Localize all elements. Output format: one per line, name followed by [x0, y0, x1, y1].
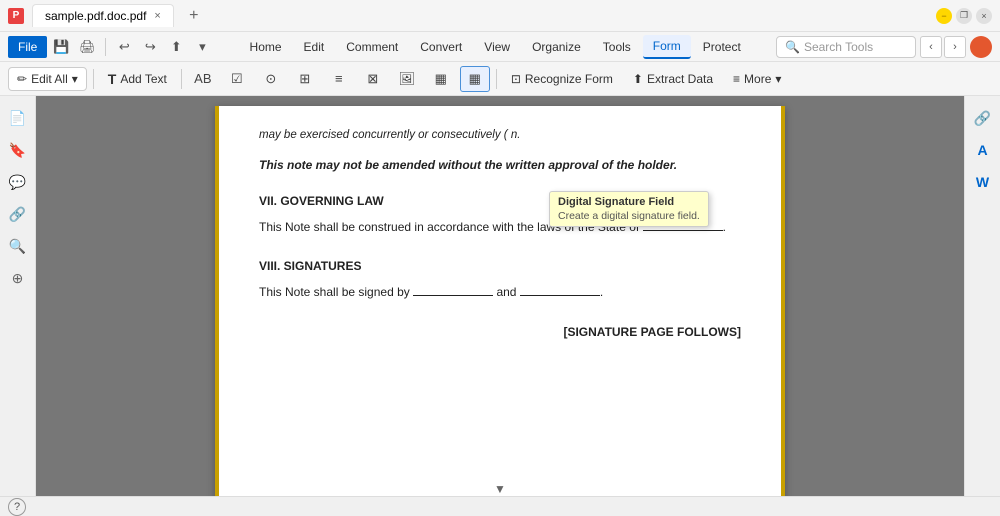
menu-home[interactable]: Home	[240, 36, 292, 58]
menu-protect[interactable]: Protect	[693, 36, 751, 58]
tooltip-box: Digital Signature Field Create a digital…	[549, 191, 709, 227]
section8-text: This Note shall be signed by and .	[259, 282, 741, 302]
nav-forward-button[interactable]: ›	[944, 36, 966, 58]
right-panel-word-icon[interactable]: W	[969, 168, 997, 196]
title-bar: P sample.pdf.doc.pdf × + − ❐ ×	[0, 0, 1000, 32]
bottom-bar: ? ▼	[0, 496, 1000, 516]
checkbox-tool[interactable]: ☑	[222, 66, 252, 92]
nav-back-button[interactable]: ‹	[920, 36, 942, 58]
print-icon[interactable]: 🖨	[75, 35, 99, 59]
search-placeholder: Search Tools	[804, 40, 873, 54]
recognize-label: Recognize Form	[525, 72, 613, 86]
window-controls: − ❐ ×	[936, 8, 992, 24]
list-tool[interactable]: ≡	[324, 66, 354, 92]
signature-line: [SIGNATURE PAGE FOLLOWS]	[259, 323, 741, 342]
extract-data-button[interactable]: ⬆ Extract Data	[625, 68, 721, 90]
page-content: may be exercised concurrently or consecu…	[259, 126, 741, 342]
edit-all-dropdown-icon: ▾	[72, 72, 78, 86]
close-tab-button[interactable]: ×	[154, 10, 160, 22]
toolbar-sep-1	[93, 69, 94, 89]
edit-all-button[interactable]: ✏ Edit All ▾	[8, 67, 87, 91]
recognize-icon: ⊡	[511, 72, 521, 86]
minimize-button[interactable]: −	[936, 8, 952, 24]
scroll-down-arrow[interactable]: ▼	[494, 482, 506, 496]
section8-blank1	[413, 295, 493, 296]
form-toolbar: ✏ Edit All ▾ T Add Text AB ☑ ⊙ ⊞ ≡ ⊠ 🖼 ▦…	[0, 62, 1000, 96]
sidebar-layers-icon[interactable]: ⊕	[4, 264, 32, 292]
text-field-tool[interactable]: AB	[188, 66, 218, 92]
close-button[interactable]: ×	[976, 8, 992, 24]
separator	[105, 38, 106, 56]
edit-icon: ✏	[17, 72, 27, 86]
section8-and: and	[496, 285, 516, 299]
menu-view[interactable]: View	[474, 36, 520, 58]
image-tool[interactable]: 🖼	[392, 66, 422, 92]
left-sidebar: 📄 🔖 💬 🔗 🔍 ⊕	[0, 96, 36, 496]
menu-bar: File 💾 🖨 ↩ ↪ ⬆ ▾ Home Edit Comment Conve…	[0, 32, 1000, 62]
profile-avatar[interactable]	[970, 36, 992, 58]
restore-button[interactable]: ❐	[956, 8, 972, 24]
sidebar-search-icon[interactable]: 🔍	[4, 232, 32, 260]
help-button[interactable]: ?	[8, 498, 26, 516]
section8-header: VIII. SIGNATURES	[259, 257, 741, 276]
search-tools[interactable]: 🔍 Search Tools	[776, 36, 916, 58]
sidebar-thumbnail-icon[interactable]: 📄	[4, 104, 32, 132]
menu-tools[interactable]: Tools	[593, 36, 641, 58]
more-icon: ≡	[733, 72, 740, 86]
pdf-page: may be exercised concurrently or consecu…	[215, 106, 785, 496]
sidebar-bookmark-icon[interactable]: 🔖	[4, 136, 32, 164]
tooltip-description: Create a digital signature field.	[558, 210, 700, 222]
file-menu[interactable]: File	[8, 36, 47, 58]
sidebar-attachment-icon[interactable]: 🔗	[4, 200, 32, 228]
right-panel-connect-icon[interactable]: 🔗	[969, 104, 997, 132]
right-panel: 🔗 A W	[964, 96, 1000, 496]
tab[interactable]: sample.pdf.doc.pdf ×	[32, 4, 174, 27]
extract-icon: ⬆	[633, 72, 643, 86]
main-area: 📄 🔖 💬 🔗 🔍 ⊕ may be exercised concurrentl…	[0, 96, 1000, 496]
more-dropdown-icon: ▾	[775, 72, 781, 86]
add-text-label: Add Text	[120, 72, 166, 86]
upload-icon[interactable]: ⬆	[164, 35, 188, 59]
section7-blank	[643, 230, 723, 231]
add-text-button[interactable]: T Add Text	[100, 67, 175, 91]
tab-filename: sample.pdf.doc.pdf	[45, 9, 146, 23]
menu-edit[interactable]: Edit	[294, 36, 335, 58]
radio-tool[interactable]: ⊙	[256, 66, 286, 92]
extract-label: Extract Data	[647, 72, 713, 86]
search-icon: 🔍	[785, 40, 800, 54]
edit-all-label: Edit All	[31, 72, 68, 86]
button-tool[interactable]: ⊠	[358, 66, 388, 92]
more-label: More	[744, 72, 771, 86]
nav-buttons: ‹ ›	[920, 36, 966, 58]
toolbar-sep-2	[181, 69, 182, 89]
toolbar-sep-3	[496, 69, 497, 89]
date-tool[interactable]: ▦	[426, 66, 456, 92]
bold-italic-text: This note may not be amended without the…	[259, 156, 741, 175]
new-tab-button[interactable]: +	[182, 4, 206, 28]
menu-organize[interactable]: Organize	[522, 36, 591, 58]
text-icon: T	[108, 71, 117, 87]
menu-center: Home Edit Comment Convert View Organize …	[214, 35, 776, 59]
more-button[interactable]: ≡ More ▾	[725, 68, 789, 90]
recognize-form-button[interactable]: ⊡ Recognize Form	[503, 68, 621, 90]
tooltip-title: Digital Signature Field	[558, 196, 700, 208]
top-text: may be exercised concurrently or consecu…	[259, 126, 741, 144]
undo-icon[interactable]: ↩	[112, 35, 136, 59]
menu-comment[interactable]: Comment	[336, 36, 408, 58]
menu-right: 🔍 Search Tools ‹ ›	[776, 36, 992, 58]
tooltip-container: Digital Signature Field Create a digital…	[549, 191, 709, 227]
document-area: may be exercised concurrently or consecu…	[36, 96, 964, 496]
more-toolbar-icon[interactable]: ▾	[190, 35, 214, 59]
menu-form[interactable]: Form	[643, 35, 691, 59]
menu-convert[interactable]: Convert	[410, 36, 472, 58]
save-icon[interactable]: 💾	[49, 35, 73, 59]
combo-tool[interactable]: ⊞	[290, 66, 320, 92]
menu-left: File 💾 🖨 ↩ ↪ ⬆ ▾	[8, 35, 214, 59]
sig-field-tool[interactable]: ▦	[460, 66, 490, 92]
redo-icon[interactable]: ↪	[138, 35, 162, 59]
sidebar-comment-icon[interactable]: 💬	[4, 168, 32, 196]
section8-blank2	[520, 295, 600, 296]
right-panel-ai-icon[interactable]: A	[969, 136, 997, 164]
app-icon: P	[8, 8, 24, 24]
